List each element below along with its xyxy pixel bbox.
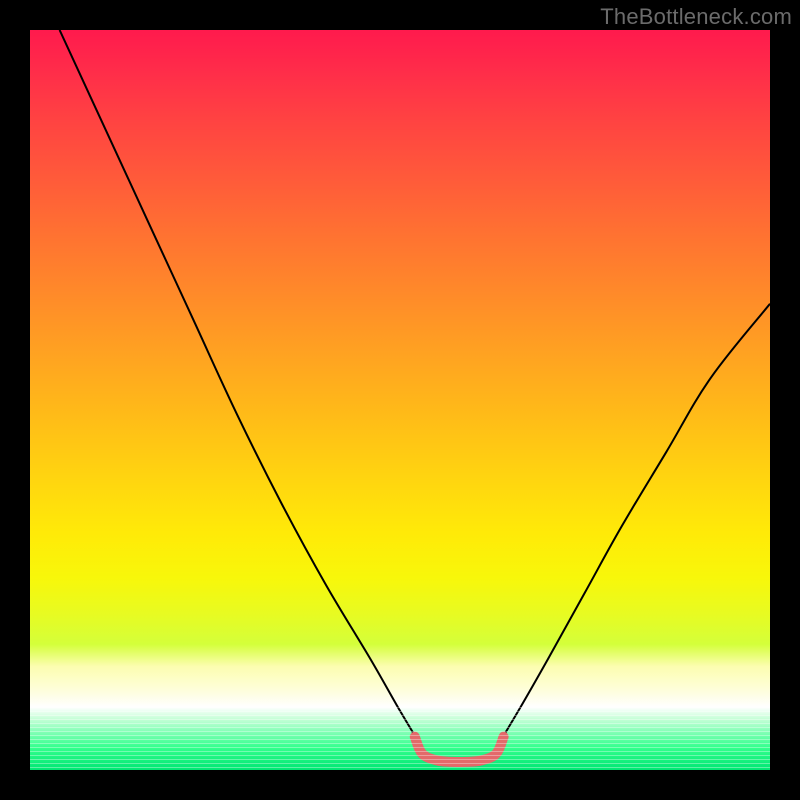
plot-area <box>30 30 770 770</box>
chart-frame: TheBottleneck.com <box>0 0 800 800</box>
series-left-branch <box>60 30 423 748</box>
plot-svg <box>30 30 770 770</box>
watermark-text: TheBottleneck.com <box>600 4 792 30</box>
series-bottom-band <box>415 737 504 762</box>
series-right-branch <box>496 304 770 748</box>
